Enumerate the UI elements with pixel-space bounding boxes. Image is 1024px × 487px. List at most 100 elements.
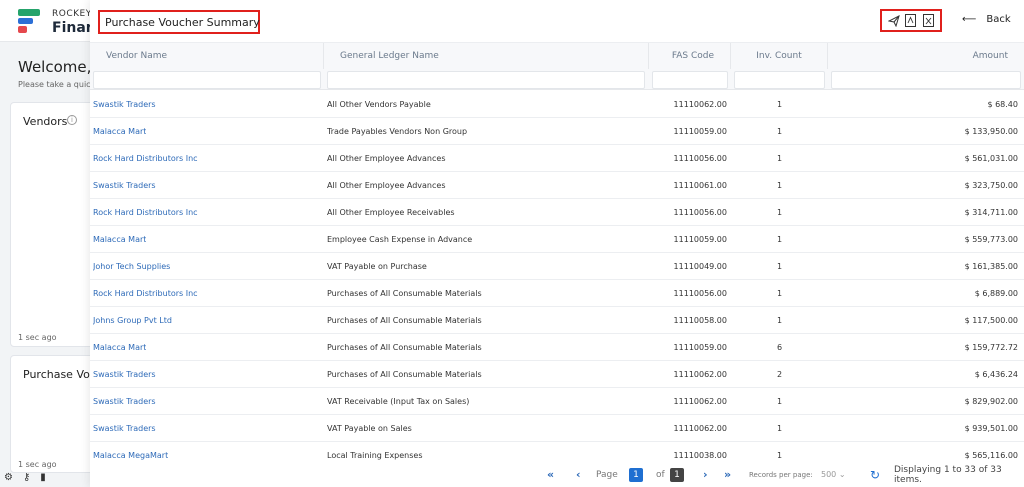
table-row[interactable]: Malacca Mart Purchases of All Consumable …	[90, 334, 1024, 361]
fas-code-cell: 11110062.00	[673, 370, 727, 379]
amount-cell: $ 939,501.00	[964, 424, 1018, 433]
table-header: Vendor Name General Ledger Name FAS Code…	[90, 42, 1024, 90]
vendor-name-link[interactable]: Rock Hard Distributors Inc	[93, 280, 198, 307]
first-page-button[interactable]: «	[547, 468, 554, 481]
gl-name-cell: Purchases of All Consumable Materials	[327, 343, 482, 352]
table-row[interactable]: Swastik Traders All Other Vendors Payable…	[90, 91, 1024, 118]
current-page[interactable]: 1	[629, 468, 643, 482]
info-icon[interactable]: i	[67, 115, 77, 125]
display-summary: Displaying 1 to 33 of 33 items.	[894, 464, 1002, 485]
table-row[interactable]: Rock Hard Distributors Inc Purchases of A…	[90, 280, 1024, 307]
bookmark-icon[interactable]: ▮	[40, 472, 46, 483]
amount-cell: $ 68.40	[987, 100, 1018, 109]
panel-title: Purchase Voucher Summary	[98, 10, 260, 34]
vendor-name-link[interactable]: Malacca Mart	[93, 226, 146, 253]
table-row[interactable]: Johns Group Pvt Ltd Purchases of All Cons…	[90, 307, 1024, 334]
table-row[interactable]: Rock Hard Distributors Inc All Other Empl…	[90, 145, 1024, 172]
inv-count-cell: 1	[776, 424, 783, 433]
gl-name-cell: VAT Receivable (Input Tax on Sales)	[327, 397, 470, 406]
refresh-icon[interactable]: ↻	[870, 468, 880, 482]
table-row[interactable]: Malacca Mart Employee Cash Expense in Adv…	[90, 226, 1024, 253]
table-row[interactable]: Swastik Traders All Other Employee Advanc…	[90, 172, 1024, 199]
next-page-button[interactable]: ›	[703, 468, 708, 481]
last-page-button[interactable]: »	[724, 468, 731, 481]
amount-cell: $ 133,950.00	[964, 127, 1018, 136]
filter-amount[interactable]	[831, 71, 1021, 89]
vendor-name-link[interactable]: Rock Hard Distributors Inc	[93, 145, 198, 172]
back-button[interactable]: ⟵ Back	[962, 14, 1011, 25]
fas-code-cell: 11110062.00	[673, 424, 727, 433]
inv-count-cell: 2	[776, 370, 783, 379]
vendor-name-link[interactable]: Rock Hard Distributors Inc	[93, 199, 198, 226]
table-row[interactable]: Rock Hard Distributors Inc All Other Empl…	[90, 199, 1024, 226]
filter-inv-count[interactable]	[734, 71, 825, 89]
vendor-name-link[interactable]: Johns Group Pvt Ltd	[93, 307, 172, 334]
table-row[interactable]: Swastik Traders Purchases of All Consumab…	[90, 361, 1024, 388]
total-pages: 1	[670, 468, 684, 482]
amount-cell: $ 559,773.00	[964, 235, 1018, 244]
filter-vendor-name[interactable]	[93, 71, 321, 89]
vendor-name-link[interactable]: Swastik Traders	[93, 415, 156, 442]
card-title: Vendors	[23, 115, 68, 128]
settings-icon[interactable]: ⚙	[4, 472, 13, 483]
amount-cell: $ 829,902.00	[964, 397, 1018, 406]
pdf-icon[interactable]	[905, 14, 917, 28]
table-row[interactable]: Swastik Traders VAT Payable on Sales 11110…	[90, 415, 1024, 442]
inv-count-cell: 1	[776, 208, 783, 217]
gl-name-cell: Purchases of All Consumable Materials	[327, 370, 482, 379]
inv-count-cell: 1	[776, 235, 783, 244]
vendor-name-link[interactable]: Swastik Traders	[93, 361, 156, 388]
fas-code-cell: 11110049.00	[673, 262, 727, 271]
key-icon[interactable]: ⚷	[23, 472, 30, 483]
gl-name-cell: VAT Payable on Purchase	[327, 262, 427, 271]
records-per-page-value: 500	[821, 470, 837, 479]
prev-page-button[interactable]: ‹	[576, 468, 581, 481]
updated-time: 1 sec ago	[18, 460, 57, 469]
col-header-gl-name[interactable]: General Ledger Name	[324, 43, 649, 69]
vendor-name-link[interactable]: Swastik Traders	[93, 388, 156, 415]
fas-code-cell: 11110062.00	[673, 100, 727, 109]
fas-code-cell: 11110059.00	[673, 127, 727, 136]
gl-name-cell: Trade Payables Vendors Non Group	[327, 127, 468, 136]
amount-cell: $ 314,711.00	[964, 208, 1018, 217]
filter-gl-name[interactable]	[327, 71, 645, 89]
records-per-page-select[interactable]: 500 ⌄	[821, 470, 846, 479]
gl-name-cell: All Other Employee Advances	[327, 154, 446, 163]
gl-name-cell: All Other Employee Receivables	[327, 208, 455, 217]
fas-code-cell: 11110059.00	[673, 235, 727, 244]
inv-count-cell: 1	[776, 262, 783, 271]
purchase-voucher-card[interactable]: Purchase Vouch	[10, 355, 110, 473]
col-header-vendor-name[interactable]: Vendor Name	[90, 43, 324, 69]
vendor-name-link[interactable]: Swastik Traders	[93, 172, 156, 199]
amount-cell: $ 323,750.00	[964, 181, 1018, 190]
vendor-name-link[interactable]: Malacca Mart	[93, 334, 146, 361]
vendor-name-link[interactable]: Malacca Mart	[93, 118, 146, 145]
fas-code-cell: 11110056.00	[673, 289, 727, 298]
table-row[interactable]: Johor Tech Supplies VAT Payable on Purcha…	[90, 253, 1024, 280]
vendor-name-link[interactable]: Johor Tech Supplies	[93, 253, 170, 280]
inv-count-cell: 1	[776, 316, 783, 325]
vendor-name-link[interactable]: Swastik Traders	[93, 91, 156, 118]
excel-icon[interactable]	[922, 14, 934, 28]
table-row[interactable]: Swastik Traders VAT Receivable (Input Tax…	[90, 388, 1024, 415]
filter-fas-code[interactable]	[652, 71, 728, 89]
fas-code-cell: 11110062.00	[673, 397, 727, 406]
welcome-subtext: Please take a quick	[18, 80, 96, 89]
col-header-inv-count[interactable]: Inv. Count	[731, 43, 828, 69]
fas-code-cell: 11110056.00	[673, 208, 727, 217]
bottom-toolbar: ⚙ ⚷ ▮	[4, 472, 46, 483]
col-header-amount[interactable]: Amount	[828, 43, 1024, 69]
send-icon[interactable]	[887, 14, 900, 28]
fas-code-cell: 11110061.00	[673, 181, 727, 190]
page-label: Page	[596, 469, 618, 480]
col-header-fas-code[interactable]: FAS Code	[649, 43, 731, 69]
vendors-card[interactable]: Vendors i	[10, 102, 100, 347]
arrow-left-icon: ⟵	[962, 14, 977, 25]
gl-name-cell: All Other Employee Advances	[327, 181, 446, 190]
table-row[interactable]: Malacca Mart Trade Payables Vendors Non G…	[90, 118, 1024, 145]
gl-name-cell: Purchases of All Consumable Materials	[327, 289, 482, 298]
inv-count-cell: 1	[776, 181, 783, 190]
pagination-bar: « ‹ Page 1 of 1 › » Records per page: 50…	[90, 462, 1024, 487]
amount-cell: $ 159,772.72	[964, 343, 1018, 352]
inv-count-cell: 1	[776, 397, 783, 406]
